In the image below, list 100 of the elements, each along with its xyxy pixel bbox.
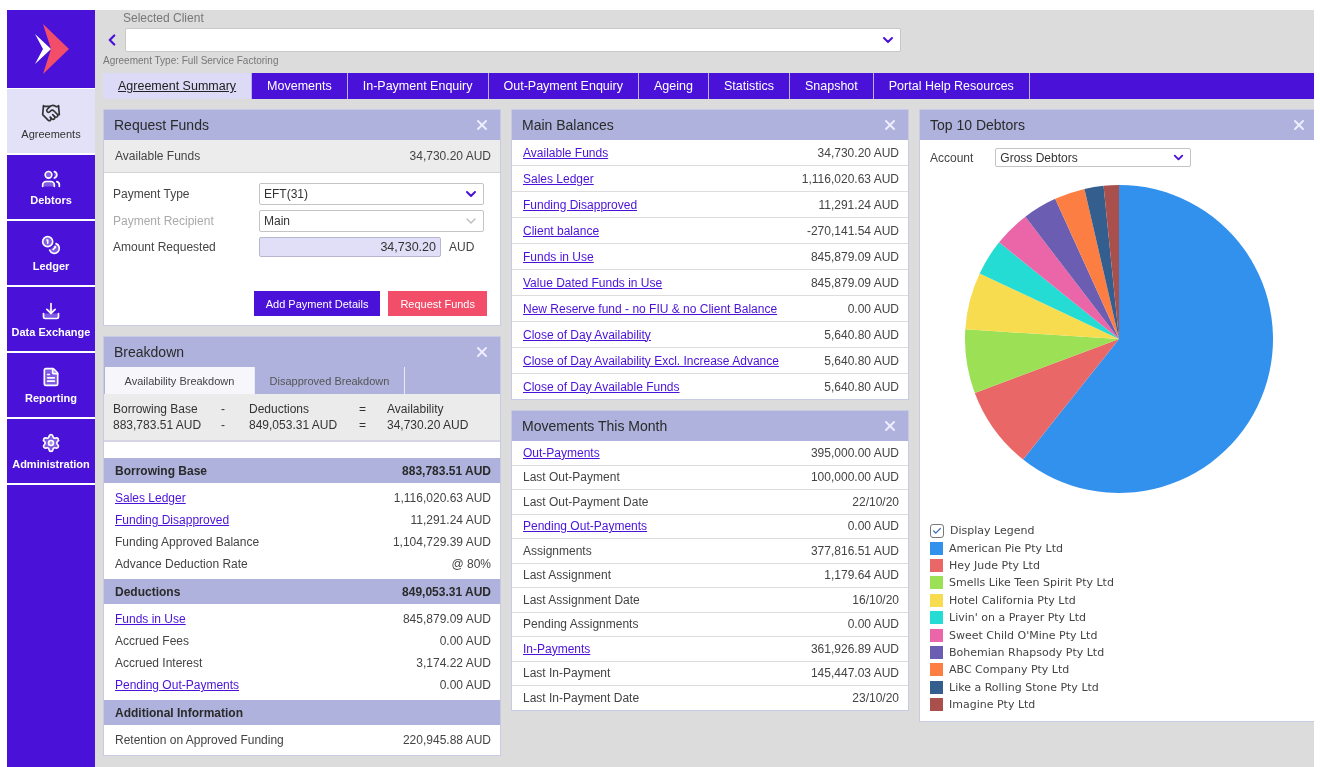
- row-label: Accrued Interest: [115, 656, 203, 670]
- section-total: 849,053.31 AUD: [402, 584, 491, 599]
- row-label: Last Assignment Date: [523, 592, 640, 607]
- row-value: 1,116,020.63 AUD: [393, 491, 491, 505]
- row-value: 220,945.88 AUD: [402, 733, 491, 747]
- people-icon: [41, 168, 61, 189]
- legend-label: Like a Rolling Stone Pty Ltd: [949, 680, 1099, 694]
- row-value: 845,879.09 AUD: [810, 249, 899, 264]
- row-link[interactable]: Funds in Use: [115, 612, 186, 626]
- field-label: Selected Client: [123, 11, 205, 25]
- row-value: 395,000.00 AUD: [810, 445, 899, 460]
- amount-field[interactable]: 34,730.20: [259, 237, 441, 257]
- legend-label: Bohemian Rhapsody Pty Ltd: [949, 645, 1105, 659]
- row-label: Accrued Fees: [115, 634, 190, 648]
- panel-title: Request Funds: [114, 117, 209, 133]
- download-icon: [41, 300, 61, 321]
- close-icon[interactable]: [882, 117, 898, 133]
- row-link[interactable]: Funding Disapproved: [115, 513, 230, 527]
- summary-text: -: [221, 402, 226, 416]
- row-value: 1,179.64 AUD: [824, 568, 899, 583]
- account-dropdown[interactable]: Gross Debtors: [995, 148, 1192, 167]
- row-link[interactable]: In-Payments: [523, 641, 591, 656]
- row-value: 5,640.80 AUD: [824, 327, 899, 342]
- row-value: 0.00 AUD: [439, 678, 491, 692]
- field-label: Amount Requested: [113, 240, 217, 254]
- row-link[interactable]: Funds in Use: [523, 249, 594, 264]
- row-link[interactable]: Client balance: [523, 223, 600, 238]
- legend-label: Imagine Pty Ltd: [949, 698, 1036, 712]
- row-value: 0.00 AUD: [847, 519, 899, 534]
- row-link[interactable]: Pending Out-Payments: [115, 678, 240, 692]
- row-value: @ 80%: [451, 557, 491, 571]
- checkbox[interactable]: [930, 523, 944, 538]
- row-label: Funding Approved Balance: [115, 535, 260, 549]
- tab[interactable]: Availability Breakdown: [105, 367, 255, 394]
- summary-text: =: [359, 418, 367, 432]
- row-label: Last Out-Payment: [523, 470, 620, 485]
- agreement-type-text: Agreement Type: Full Service Factoring: [103, 55, 280, 66]
- row-label: Retention on Approved Funding: [115, 733, 284, 747]
- summary-text: Borrowing Base: [113, 402, 199, 416]
- row-link[interactable]: Close of Day Availability: [523, 327, 651, 342]
- row-value: 377,816.51 AUD: [810, 543, 899, 558]
- row-value: 3,174.22 AUD: [416, 656, 491, 670]
- legend-label: Livin' on a Prayer Pty Ltd: [949, 611, 1087, 625]
- legend-label: ABC Company Pty Ltd: [949, 663, 1070, 677]
- row-label: Assignments: [523, 543, 592, 558]
- row-value: 100,000.00 AUD: [810, 470, 899, 485]
- row-value: 361,926.89 AUD: [810, 641, 899, 656]
- section-title: Additional Information: [115, 705, 243, 720]
- row-label: Advance Deduction Rate: [115, 557, 248, 571]
- summary-text: 849,053.31 AUD: [249, 418, 339, 432]
- sidebar-item[interactable]: Agreements: [7, 89, 95, 155]
- row-link[interactable]: Funding Disapproved: [523, 197, 638, 212]
- row-value: 23/10/20: [852, 690, 899, 705]
- row-label: Last In-Payment Date: [523, 690, 640, 705]
- summary-text: Deductions: [249, 402, 311, 416]
- row-value: 11,291.24 AUD: [818, 197, 899, 212]
- row-link[interactable]: Sales Ledger: [523, 171, 594, 186]
- check-icon: [932, 525, 942, 536]
- dropdown-field[interactable]: EFT(31): [259, 183, 484, 205]
- row-link[interactable]: Close of Day Available Funds: [523, 379, 680, 394]
- summary-text: Availability: [387, 402, 445, 416]
- add-details-button[interactable]: Add Payment Details: [253, 291, 381, 316]
- settings-icon: [41, 432, 61, 453]
- summary-text: 34,730.20 AUD: [387, 418, 470, 432]
- row-link[interactable]: New Reserve fund - no FIU & no Client Balance: [523, 301, 778, 316]
- panel-title: Top 10 Debtors: [930, 117, 1025, 133]
- checkbox-label: Display Legend: [950, 524, 1035, 538]
- panel-title: Main Balances: [522, 117, 614, 133]
- legend-label: American Pie Pty Ltd: [949, 541, 1063, 555]
- row-value: 0.00 AUD: [847, 301, 899, 316]
- field-label: Payment Recipient: [113, 214, 215, 228]
- document-icon: [41, 366, 61, 387]
- close-icon[interactable]: [882, 418, 898, 434]
- row-link[interactable]: Out-Payments: [523, 445, 600, 460]
- row-label: Available Funds: [115, 149, 201, 163]
- row-value: 5,640.80 AUD: [824, 379, 899, 394]
- coins-icon: [41, 234, 61, 255]
- panel-title: Movements This Month: [522, 418, 668, 434]
- row-label: Last In-Payment: [523, 666, 611, 681]
- field-label: Payment Type: [113, 187, 191, 201]
- row-value: -270,141.54 AUD: [806, 223, 899, 238]
- handshake-icon: [41, 102, 61, 123]
- row-link[interactable]: Available Funds: [523, 145, 609, 160]
- legend-label: Hey Jude Pty Ltd: [949, 558, 1040, 572]
- row-link[interactable]: Sales Ledger: [115, 491, 186, 505]
- section-total: 883,783.51 AUD: [402, 463, 491, 478]
- row-value: 5,640.80 AUD: [824, 353, 899, 368]
- row-value: 145,447.03 AUD: [810, 666, 899, 681]
- row-link[interactable]: Value Dated Funds in Use: [523, 275, 663, 290]
- row-value: 16/10/20: [852, 592, 899, 607]
- panel-title: Breakdown: [114, 344, 185, 360]
- close-icon[interactable]: [474, 117, 490, 133]
- legend-label: Hotel California Pty Ltd: [949, 593, 1076, 607]
- close-icon[interactable]: [474, 344, 490, 360]
- row-link[interactable]: Pending Out-Payments: [523, 519, 648, 534]
- row-link[interactable]: Close of Day Availability Excl. Increase Advance: [523, 353, 779, 368]
- legend-label: Sweet Child O'Mine Pty Ltd: [949, 628, 1098, 642]
- summary-text: =: [359, 402, 367, 416]
- close-icon[interactable]: [1291, 117, 1307, 133]
- tab[interactable]: Agreement Summary: [103, 73, 253, 99]
